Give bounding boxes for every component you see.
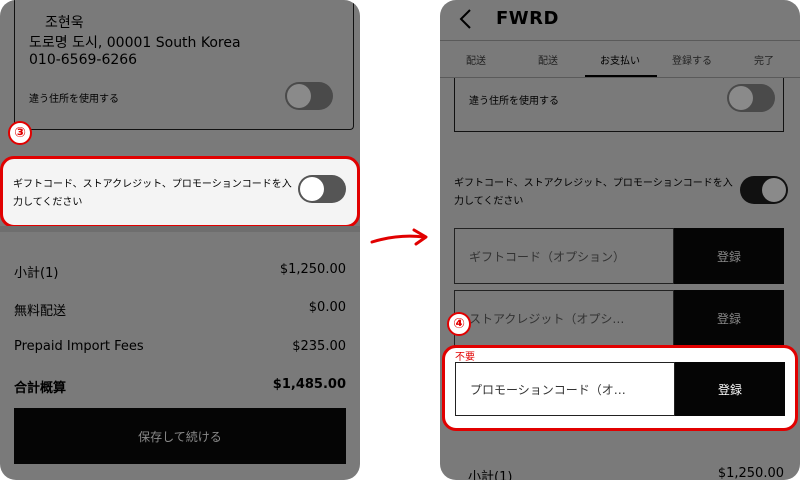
gift-code-toggle[interactable]	[298, 175, 346, 203]
promo-code-input[interactable]: プロモーションコード（オ…	[455, 362, 675, 416]
address-line: 도로명 도시, 00001 South Korea	[29, 35, 241, 51]
total-value: $1,485.00	[272, 377, 346, 392]
store-credit-row: ストアクレジット（オプシ… 登録	[454, 290, 784, 346]
arrow-right-icon	[370, 228, 428, 246]
shipping-value: $0.00	[308, 300, 346, 315]
other-address-label: 違う住所を使用する	[469, 96, 559, 107]
tab-shipping-1[interactable]: 配送	[440, 52, 512, 67]
total-label: 合計概算	[14, 381, 67, 396]
header-title: FWRD	[496, 8, 559, 29]
store-credit-register-button[interactable]: 登録	[674, 290, 784, 346]
shipping-address-card: 조현욱 도로명 도시, 00001 South Korea 010-6569-6…	[14, 0, 354, 130]
step-3-badge: ③	[8, 121, 32, 145]
gift-code-toggle[interactable]	[740, 176, 788, 204]
address-name: 조현욱	[45, 15, 84, 31]
gift-code-row: ギフトコード（オプション） 登録	[454, 228, 784, 284]
tab-payment[interactable]: お支払い	[584, 52, 656, 67]
subtotal-value: $1,250.00	[279, 262, 346, 277]
store-credit-input[interactable]: ストアクレジット（オプシ…	[454, 290, 674, 346]
left-phone-screen: 조현욱 도로명 도시, 00001 South Korea 010-6569-6…	[0, 0, 360, 480]
tab-complete[interactable]: 完了	[728, 52, 800, 67]
import-fees-value: $235.00	[292, 339, 346, 354]
shipping-label: 無料配送	[14, 304, 67, 319]
back-chevron-icon[interactable]	[458, 8, 474, 30]
subtotal-value: $1,250.00	[717, 466, 784, 480]
save-continue-button[interactable]: 保存して続ける	[14, 408, 346, 464]
step-4-badge: ④	[447, 312, 471, 336]
other-address-label: 違う住所を使用する	[29, 94, 119, 105]
shipping-address-card: 違う住所を使用する	[454, 78, 784, 132]
section-divider	[0, 226, 360, 232]
promo-code-register-button[interactable]: 登録	[675, 362, 785, 416]
gift-toggle-label: ギフトコード、ストアクレジット、プロモーションコードを入力してください	[13, 179, 292, 208]
toggle-knob	[300, 177, 324, 201]
toggle-knob	[729, 86, 753, 110]
gift-code-input[interactable]: ギフトコード（オプション）	[454, 228, 674, 284]
other-address-toggle[interactable]	[727, 84, 775, 112]
toggle-knob	[762, 178, 786, 202]
tab-shipping-2[interactable]: 配送	[512, 52, 584, 67]
other-address-toggle[interactable]	[285, 82, 333, 110]
header-divider	[440, 40, 800, 41]
tab-register[interactable]: 登録する	[656, 52, 728, 67]
subtotal-label: 小計(1)	[468, 470, 513, 480]
toggle-knob	[287, 84, 311, 108]
import-fees-label: Prepaid Import Fees	[14, 339, 144, 354]
promo-optional-label: 不要	[455, 352, 475, 363]
gift-code-row: ギフトコード、ストアクレジット、プロモーションコードを入力してください	[0, 156, 360, 228]
address-phone: 010-6569-6266	[29, 52, 138, 68]
subtotal-label: 小計(1)	[14, 266, 59, 281]
gift-toggle-label: ギフトコード、ストアクレジット、プロモーションコードを入力してください	[454, 178, 733, 207]
gift-code-register-button[interactable]: 登録	[674, 228, 784, 284]
gift-code-highlight: ギフトコード、ストアクレジット、プロモーションコードを入力してください	[0, 156, 360, 228]
